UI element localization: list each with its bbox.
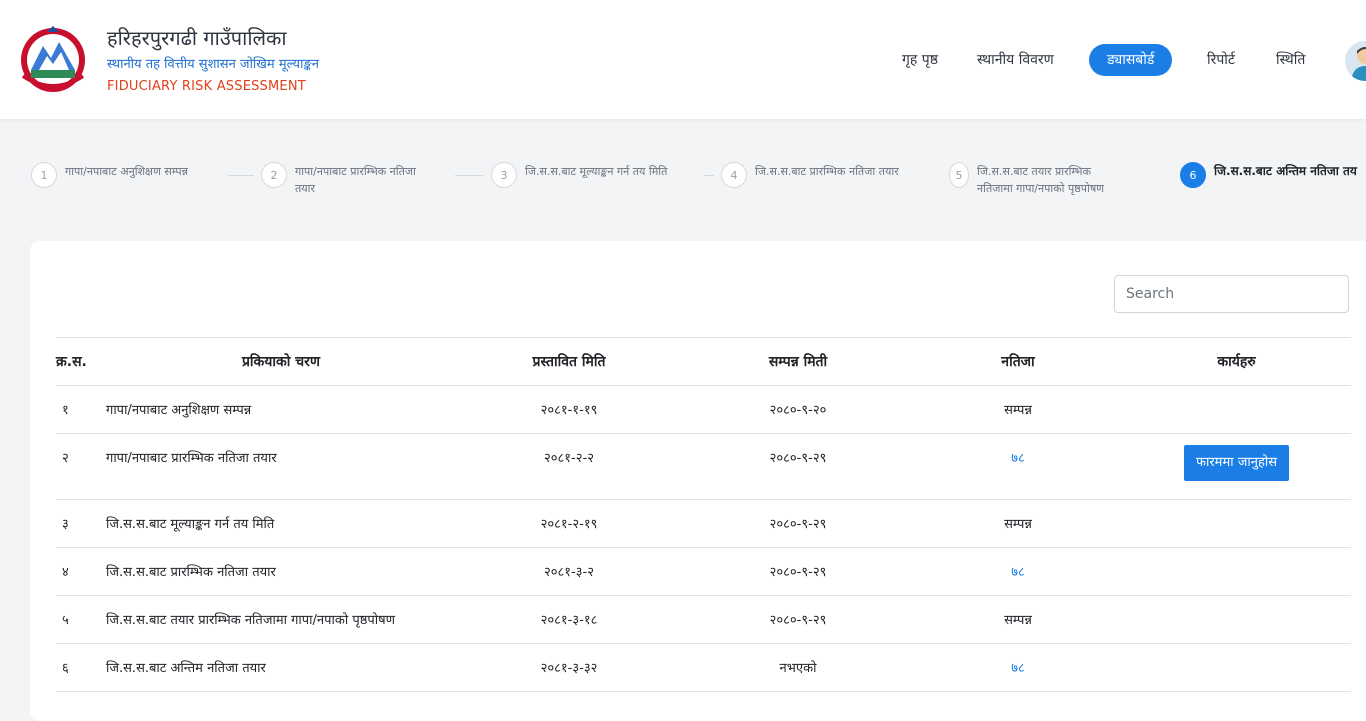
table-row: १ गापा/नपाबाट अनुशिक्षण सम्पन्न २०८१-१-१… — [56, 385, 1351, 434]
step-number: 5 — [949, 162, 969, 188]
step-number: 3 — [491, 162, 517, 188]
org-english-title: FIDUCIARY RISK ASSESSMENT — [107, 79, 306, 94]
go-to-form-button[interactable]: फारममा जानुहोस — [1183, 445, 1290, 481]
step-2[interactable]: 2 गापा/नपाबाट प्रारम्भिक नतिजा तयार — [261, 162, 416, 197]
cell-proposed-date: २०८१-३-१८ — [456, 595, 682, 644]
cell-step: गापा/नपाबाट अनुशिक्षण सम्पन्न — [106, 385, 456, 434]
step-number: 6 — [1180, 162, 1206, 188]
cell-result-link[interactable]: ७८ — [914, 547, 1122, 596]
step-number: 4 — [721, 162, 747, 188]
cell-result-link[interactable]: ७८ — [914, 643, 1122, 692]
nav-home[interactable]: गृह पृष्ठ — [902, 44, 938, 76]
cell-step: जि.स.स.बाट मूल्याङ्कन गर्न तय मिति — [106, 499, 456, 548]
cell-action — [1122, 499, 1351, 548]
step-label: जि.स.स.बाट तयार प्रारम्भिक नतिजामा गापा/… — [977, 163, 1104, 197]
step-connector — [228, 175, 254, 176]
step-connector — [455, 175, 483, 176]
step-4[interactable]: 4 जि.स.स.बाट प्रारम्भिक नतिजा तयार — [721, 162, 899, 188]
cell-step: जि.स.स.बाट अन्तिम नतिजा तयार — [106, 643, 456, 692]
user-avatar[interactable] — [1345, 41, 1366, 81]
cell-action — [1122, 547, 1351, 596]
cell-sn: ६ — [56, 643, 106, 692]
search-input[interactable] — [1114, 275, 1349, 313]
cell-action — [1122, 595, 1351, 644]
header-completed-date[interactable]: सम्पन्न मिती — [682, 337, 914, 386]
header-step[interactable]: प्रकियाको चरण — [106, 337, 456, 386]
cell-action — [1122, 385, 1351, 434]
step-label-line: तयार — [295, 182, 315, 195]
cell-completed-date: २०८०-९-२९ — [682, 433, 914, 500]
step-5[interactable]: 5 जि.स.स.बाट तयार प्रारम्भिक नतिजामा गाप… — [949, 162, 1104, 197]
step-3[interactable]: 3 जि.स.स.बाट मूल्याङ्कन गर्न तय मिति — [491, 162, 667, 188]
cell-step: जि.स.स.बाट तयार प्रारम्भिक नतिजामा गापा/… — [106, 595, 456, 644]
cell-step: गापा/नपाबाट प्रारम्भिक नतिजा तयार — [106, 433, 456, 500]
cell-result: सम्पन्न — [914, 499, 1122, 548]
cell-completed-date: नभएको — [682, 643, 914, 692]
cell-sn: ४ — [56, 547, 106, 596]
cell-completed-date: २०८०-९-२९ — [682, 595, 914, 644]
table-row: ६ जि.स.स.बाट अन्तिम नतिजा तयार २०८१-३-३२… — [56, 643, 1351, 692]
app-header: हरिहरपुरगढी गाउँपालिका स्थानीय तह वित्ती… — [0, 0, 1366, 119]
nav-local-details[interactable]: स्थानीय विवरण — [977, 44, 1054, 76]
cell-sn: ५ — [56, 595, 106, 644]
step-label: जि.स.स.बाट मूल्याङ्कन गर्न तय मिति — [525, 165, 668, 178]
cell-sn: १ — [56, 385, 106, 434]
cell-proposed-date: २०८१-३-२ — [456, 547, 682, 596]
nav-status[interactable]: स्थिति — [1276, 44, 1305, 76]
nav-dashboard[interactable]: ड्यासबोर्ड — [1089, 44, 1173, 76]
cell-step: जि.स.स.बाट प्रारम्भिक नतिजा तयार — [106, 547, 456, 596]
step-label: जि.स.स.बाट प्रारम्भिक नतिजा तयार — [755, 165, 899, 178]
org-subtitle: स्थानीय तह वित्तीय सुशासन जोखिम मूल्याङ्… — [107, 57, 319, 72]
step-1[interactable]: 1 गापा/नपाबाट अनुशिक्षण सम्पन्न — [31, 162, 188, 188]
step-label-line: गापा/नपाबाट प्रारम्भिक नतिजा — [295, 165, 416, 178]
step-label: जि.स.स.बाट अन्तिम नतिजा तय — [1214, 164, 1357, 178]
cell-result-link[interactable]: ७८ — [914, 433, 1122, 500]
org-title: हरिहरपुरगढी गाउँपालिका — [107, 26, 287, 50]
step-label: गापा/नपाबाट प्रारम्भिक नतिजा तयार — [295, 163, 416, 197]
cell-sn: २ — [56, 433, 106, 500]
cell-result: सम्पन्न — [914, 385, 1122, 434]
cell-action — [1122, 643, 1351, 692]
table-row: ५ जि.स.स.बाट तयार प्रारम्भिक नतिजामा गाप… — [56, 595, 1351, 644]
cell-result: सम्पन्न — [914, 595, 1122, 644]
step-label-line: नतिजामा गापा/नपाको पृष्ठपोषण — [977, 182, 1105, 195]
progress-stepper: 1 गापा/नपाबाट अनुशिक्षण सम्पन्न 2 गापा/न… — [0, 162, 1366, 222]
table-row: ३ जि.स.स.बाट मूल्याङ्कन गर्न तय मिति २०८… — [56, 499, 1351, 548]
cell-completed-date: २०८०-९-२० — [682, 385, 914, 434]
cell-completed-date: २०८०-९-२९ — [682, 499, 914, 548]
table-header-row: क्र.स. प्रकियाको चरण प्रस्तावित मिति सम्… — [56, 337, 1351, 386]
step-number: 1 — [31, 162, 57, 188]
table-row: ४ जि.स.स.बाट प्रारम्भिक नतिजा तयार २०८१-… — [56, 547, 1351, 596]
step-label-line: जि.स.स.बाट तयार प्रारम्भिक — [977, 165, 1091, 178]
cell-proposed-date: २०८१-२-२ — [456, 433, 682, 500]
process-table: क्र.स. प्रकियाको चरण प्रस्तावित मिति सम्… — [56, 337, 1351, 692]
header-sn[interactable]: क्र.स. — [56, 337, 106, 386]
step-number: 2 — [261, 162, 287, 188]
nav-report[interactable]: रिपोर्ट — [1207, 44, 1235, 76]
header-proposed-date[interactable]: प्रस्तावित मिति — [456, 337, 682, 386]
step-connector — [704, 175, 714, 176]
cell-proposed-date: २०८१-२-१९ — [456, 499, 682, 548]
cell-proposed-date: २०८१-३-३२ — [456, 643, 682, 692]
cell-proposed-date: २०८१-१-१९ — [456, 385, 682, 434]
cell-action: फारममा जानुहोस — [1122, 433, 1351, 500]
step-6[interactable]: 6 जि.स.स.बाट अन्तिम नतिजा तय — [1180, 162, 1357, 188]
cell-completed-date: २०८०-९-२९ — [682, 547, 914, 596]
user-icon — [1351, 47, 1366, 81]
cell-sn: ३ — [56, 499, 106, 548]
step-label: गापा/नपाबाट अनुशिक्षण सम्पन्न — [65, 165, 188, 178]
header-actions[interactable]: कार्यहरु — [1122, 337, 1351, 386]
nepal-emblem-logo — [21, 26, 85, 92]
header-result[interactable]: नतिजा — [914, 337, 1122, 386]
table-row: २ गापा/नपाबाट प्रारम्भिक नतिजा तयार २०८१… — [56, 433, 1351, 500]
